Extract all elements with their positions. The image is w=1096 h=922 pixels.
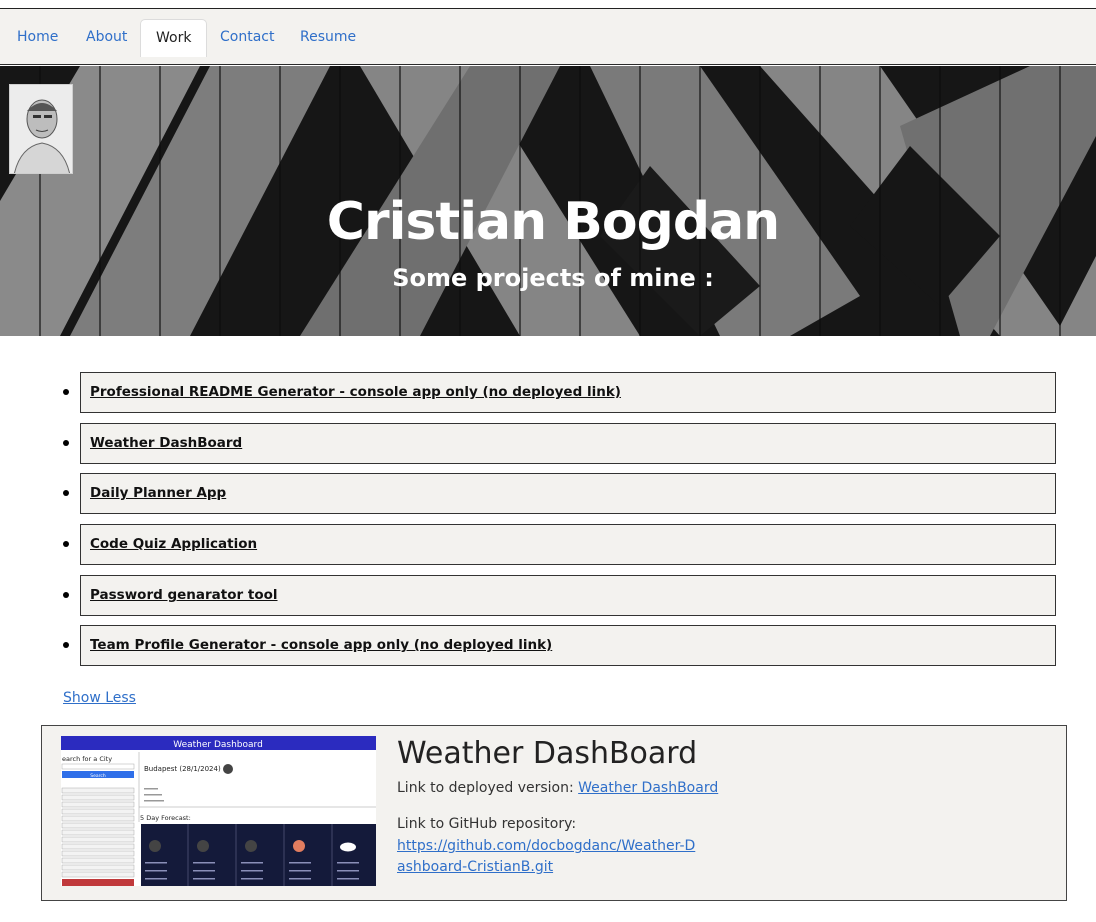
deployed-line: Link to deployed version: Weather DashBo… xyxy=(397,780,718,796)
nav-resume[interactable]: Resume xyxy=(285,19,371,56)
bullet-icon xyxy=(63,541,69,547)
project-item[interactable]: Password genarator tool xyxy=(63,575,1056,616)
nav-home[interactable]: Home xyxy=(2,19,73,56)
project-item[interactable]: Code Quiz Application xyxy=(63,524,1056,565)
bullet-icon xyxy=(63,440,69,446)
nav-about[interactable]: About xyxy=(71,19,142,56)
profile-photo xyxy=(9,84,73,174)
project-screenshot: Weather Dashboard earch for a City Searc… xyxy=(61,736,376,886)
project-detail-card: Weather Dashboard earch for a City Searc… xyxy=(41,725,1067,901)
project-link[interactable]: Weather DashBoard xyxy=(90,435,242,451)
project-link[interactable]: Code Quiz Application xyxy=(90,536,257,552)
thumb-forecast-label: 5 Day Forecast: xyxy=(140,814,191,822)
project-link[interactable]: Professional README Generator - console … xyxy=(90,384,621,400)
bullet-icon xyxy=(63,389,69,395)
project-item[interactable]: Team Profile Generator - console app onl… xyxy=(63,625,1056,666)
thumb-header: Weather Dashboard xyxy=(173,740,263,750)
project-item[interactable]: Weather DashBoard xyxy=(63,423,1056,464)
thumb-search-button: Search xyxy=(90,773,106,779)
bullet-icon xyxy=(63,592,69,598)
deployed-link[interactable]: Weather DashBoard xyxy=(578,780,718,796)
nav-work[interactable]: Work xyxy=(140,19,208,57)
top-border xyxy=(0,0,1096,9)
project-link[interactable]: Team Profile Generator - console app onl… xyxy=(90,637,552,653)
show-less-link[interactable]: Show Less xyxy=(63,690,136,706)
project-item[interactable]: Professional README Generator - console … xyxy=(63,372,1056,413)
project-link[interactable]: Password genarator tool xyxy=(90,587,278,603)
github-prefix: Link to GitHub repository: xyxy=(397,816,577,832)
thumb-search-label: earch for a City xyxy=(62,755,112,763)
project-item[interactable]: Daily Planner App xyxy=(63,473,1056,514)
thumb-city-line: Budapest (28/1/2024) xyxy=(144,765,221,773)
card-title: Weather DashBoard xyxy=(397,736,698,771)
github-link[interactable]: https://github.com/docbogdanc/Weather-Da… xyxy=(397,836,697,878)
hero-banner: Cristian Bogdan Some projects of mine : xyxy=(0,66,1096,336)
hero-subtitle: Some projects of mine : xyxy=(392,264,714,292)
bullet-icon xyxy=(63,490,69,496)
project-link[interactable]: Daily Planner App xyxy=(90,485,226,501)
nav-contact[interactable]: Contact xyxy=(205,19,289,56)
hero-title: Cristian Bogdan xyxy=(326,192,780,252)
deployed-prefix: Link to deployed version: xyxy=(397,780,579,796)
bullet-icon xyxy=(63,642,69,648)
navbar: Home About Work Contact Resume xyxy=(0,9,1096,65)
